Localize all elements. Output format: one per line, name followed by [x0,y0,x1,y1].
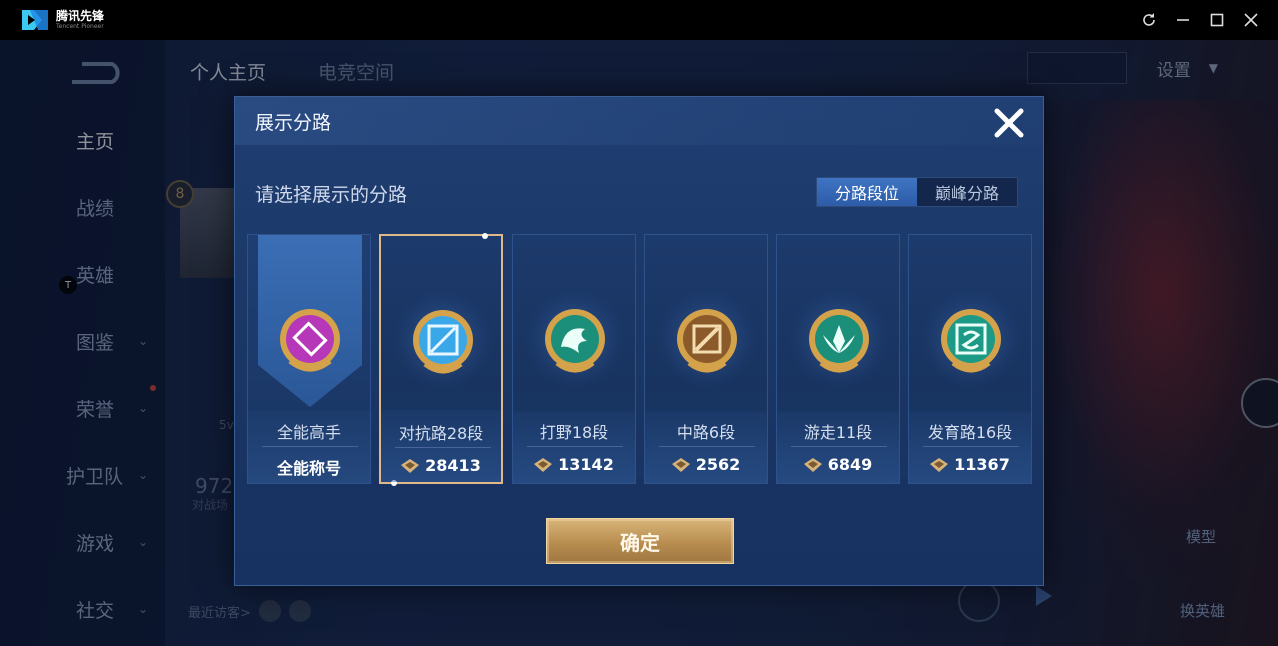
selection-marker [482,233,488,239]
lane-score-value: 28413 [425,456,481,475]
rank-score-icon [401,458,420,473]
close-icon [994,108,1024,138]
lane-display-dialog: 展示分路 请选择展示的分路 分路段位 巅峰分路 全能高手 全能称号 对抗路28段… [234,96,1044,586]
refresh-icon [1143,13,1155,26]
dialog-close-button[interactable] [991,105,1027,141]
dialog-header [235,97,1043,145]
lane-name: 中路6段 [676,423,736,442]
roam-emblem-icon [809,309,869,373]
lane-score: 2562 [645,455,767,474]
clash-lane-emblem-icon [413,310,473,374]
lane-score: 全能称号 [248,455,370,479]
app-logo: 腾讯先锋 Tencent Pioneer [20,8,104,32]
dialog-subtitle: 请选择展示的分路 [255,184,408,206]
lane-score: 28413 [381,456,501,475]
lane-name: 游走11段 [803,423,873,442]
card-divider [262,446,358,447]
lane-score: 11367 [909,455,1031,474]
confirm-button[interactable]: 确定 [546,518,734,564]
lane-cards: 全能高手 全能称号 对抗路28段 28413 打野18段 13142 中路6段 … [247,233,1033,486]
card-divider [395,447,491,448]
lane-card-mid[interactable]: 中路6段 2562 [644,234,768,484]
lane-score-value: 6849 [827,455,873,474]
lane-score-value: 13142 [558,455,614,474]
dialog-title: 展示分路 [255,112,332,134]
card-divider [791,446,887,447]
lane-score: 6849 [777,455,899,474]
refresh-button[interactable] [1140,11,1158,29]
tencent-pioneer-logo-icon [22,10,48,30]
mid-lane-emblem-icon [677,309,737,373]
lane-name: 打野18段 [539,423,609,442]
lane-name: 对抗路28段 [398,424,484,443]
lane-card-clash[interactable]: 对抗路28段 28413 [379,233,503,486]
app-name: 腾讯先锋 [56,9,105,23]
rank-score-icon [930,457,949,472]
minimize-icon [1177,19,1189,21]
farm-lane-emblem-icon [941,309,1001,373]
maximize-icon [1210,13,1224,27]
close-window-button[interactable] [1242,11,1260,29]
lane-score-value: 2562 [695,455,741,474]
rank-score-icon [534,457,553,472]
jungle-emblem-icon [545,309,605,373]
lane-name: 全能高手 [276,423,341,442]
app-name-en: Tencent Pioneer [56,23,104,30]
rank-score-icon [803,457,822,472]
lane-type-toggle: 分路段位 巅峰分路 [816,177,1018,207]
emulator-titlebar: 腾讯先锋 Tencent Pioneer [0,0,1278,40]
toggle-peak-lane[interactable]: 巅峰分路 [917,178,1017,206]
lane-score-value: 全能称号 [276,459,341,478]
card-divider [659,446,755,447]
minimize-button[interactable] [1174,11,1192,29]
close-icon [1244,13,1258,27]
toggle-lane-rank[interactable]: 分路段位 [817,178,917,206]
card-divider [527,446,623,447]
lane-card-all-round[interactable]: 全能高手 全能称号 [247,234,371,484]
rank-score-icon [671,457,690,472]
lane-name: 发育路16段 [927,423,1013,442]
card-divider [923,446,1019,447]
lane-score-value: 11367 [954,455,1010,474]
lane-card-roam[interactable]: 游走11段 6849 [776,234,900,484]
maximize-button[interactable] [1208,11,1226,29]
all-round-emblem-icon [280,309,340,372]
lane-card-farm[interactable]: 发育路16段 11367 [908,234,1032,484]
lane-score: 13142 [513,455,635,474]
lane-card-jungle[interactable]: 打野18段 13142 [512,234,636,484]
